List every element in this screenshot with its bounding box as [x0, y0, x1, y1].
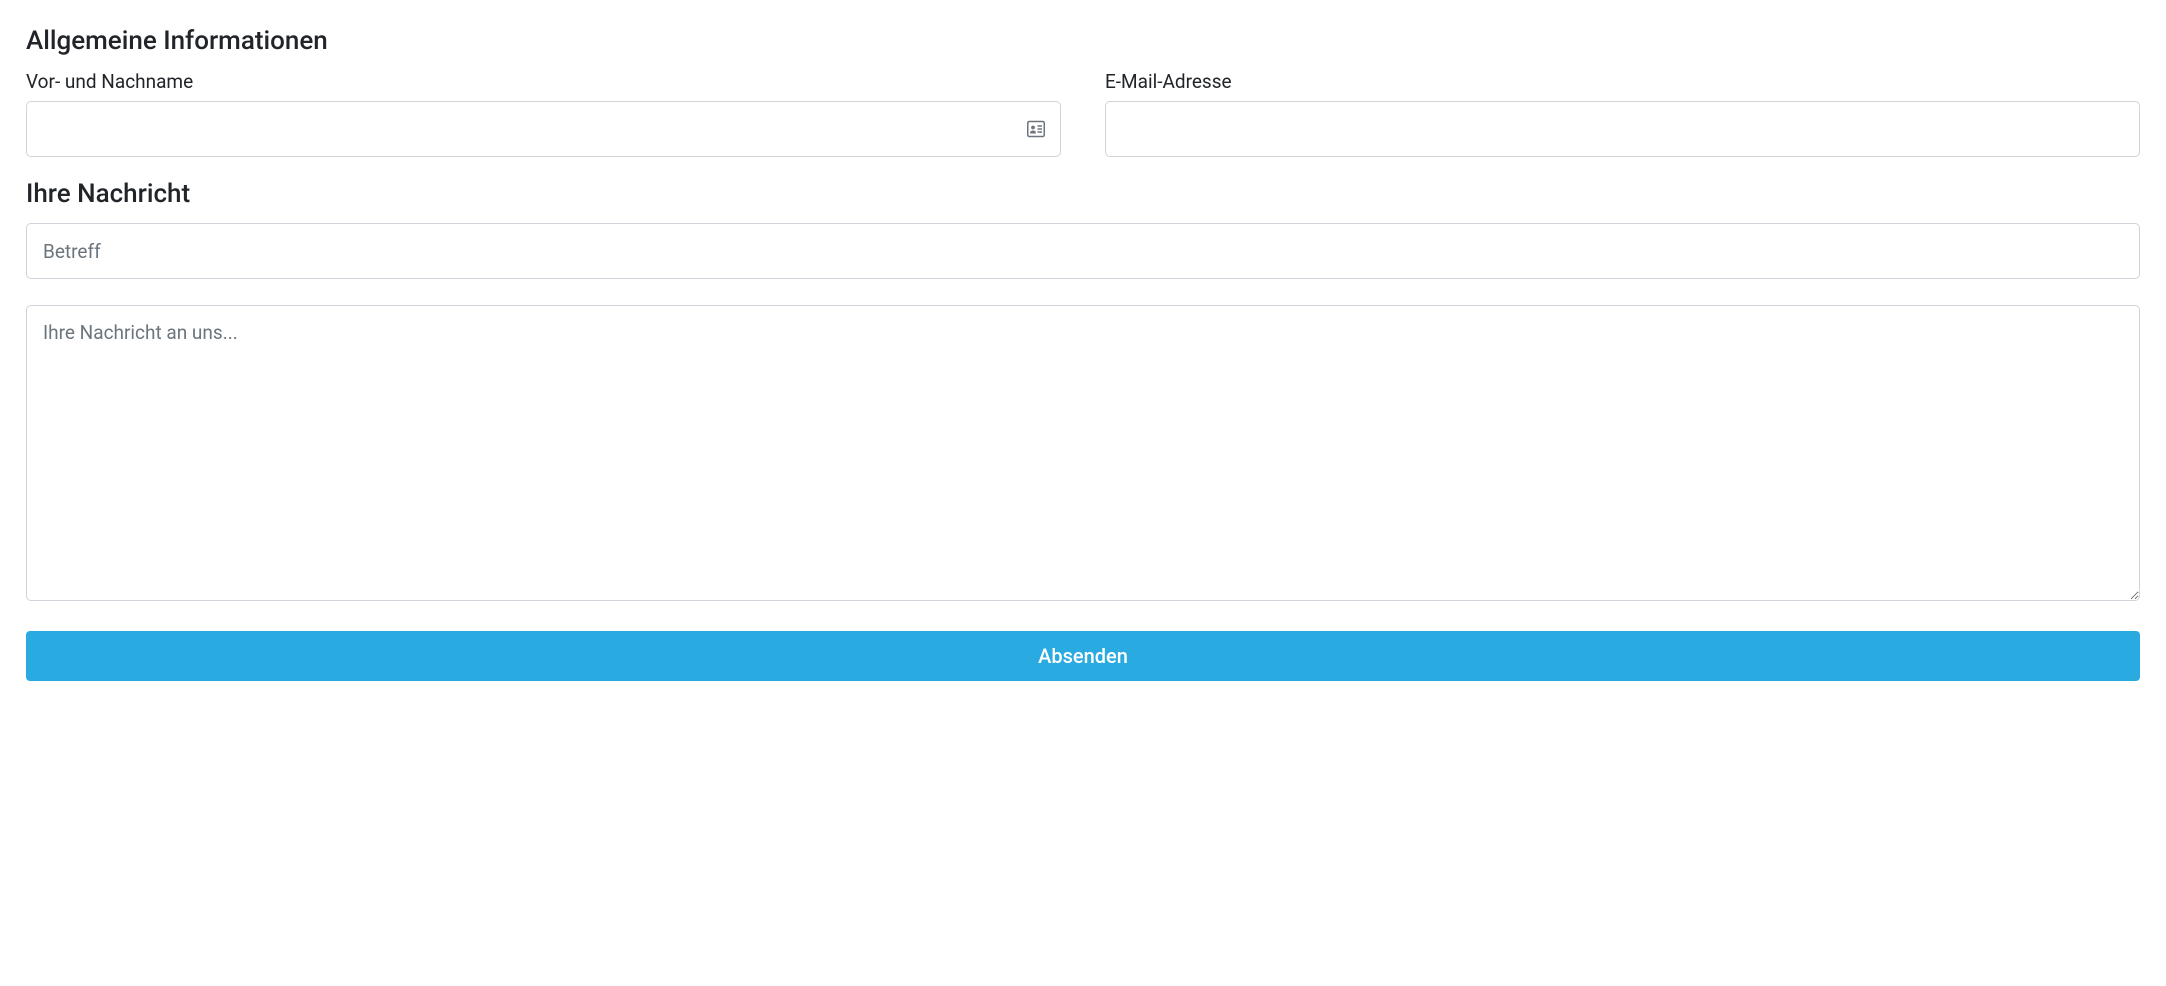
submit-button[interactable]: Absenden — [26, 631, 2140, 681]
message-textarea[interactable] — [26, 305, 2140, 601]
message-wrapper — [26, 305, 2140, 605]
subject-input[interactable] — [26, 223, 2140, 279]
name-input[interactable] — [26, 101, 1061, 157]
general-info-row: Vor- und Nachname E-Mail-Adresse — [26, 70, 2140, 157]
subject-wrapper — [26, 223, 2140, 279]
name-input-wrapper — [26, 101, 1061, 157]
name-group: Vor- und Nachname — [26, 70, 1061, 157]
email-label: E-Mail-Adresse — [1105, 70, 2140, 93]
email-input[interactable] — [1105, 101, 2140, 157]
message-heading: Ihre Nachricht — [26, 179, 2140, 209]
email-group: E-Mail-Adresse — [1105, 70, 2140, 157]
general-info-heading: Allgemeine Informationen — [26, 26, 2140, 56]
contact-card-icon — [1025, 118, 1047, 140]
name-label: Vor- und Nachname — [26, 70, 1061, 93]
